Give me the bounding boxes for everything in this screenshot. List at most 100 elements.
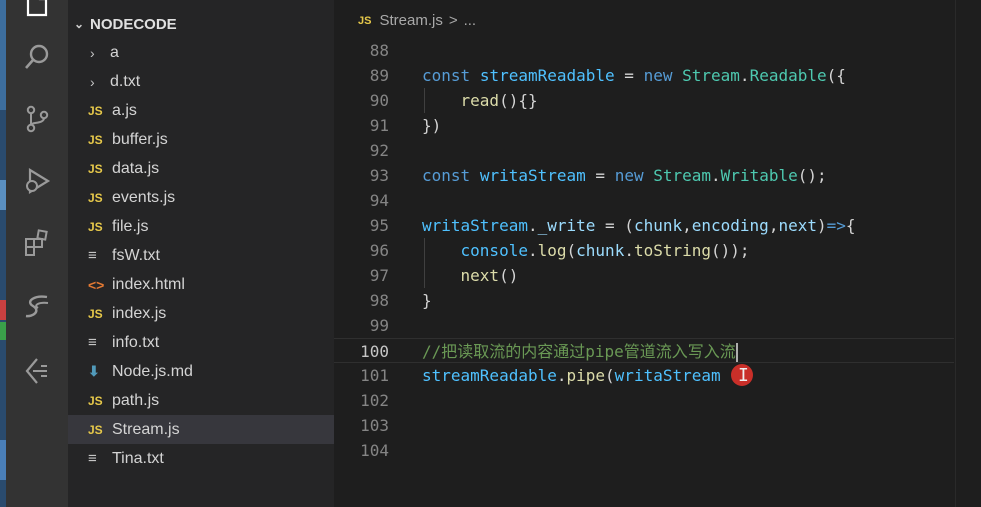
- code-token: =: [585, 166, 615, 185]
- code-token: Readable: [749, 66, 827, 85]
- html-file-icon: <>: [88, 276, 105, 293]
- code-comment: //把读取流的内容通过pipe管道流入写入流: [422, 342, 736, 361]
- file-tree-item[interactable]: JS data.js: [68, 154, 334, 183]
- files-icon[interactable]: [18, 0, 56, 24]
- code-token: pipe: [566, 366, 606, 385]
- code-line[interactable]: 94: [334, 188, 954, 213]
- code-line[interactable]: 102: [334, 388, 954, 413]
- line-number: 98: [369, 291, 389, 310]
- code-token: writaStream: [422, 216, 528, 235]
- code-line[interactable]: 99: [334, 313, 954, 338]
- code-line[interactable]: 95 writaStream._write = (chunk,encoding,n…: [334, 213, 954, 238]
- editor-scrollbar[interactable]: [955, 0, 981, 507]
- code-token: .: [711, 166, 721, 185]
- code-token: streamReadable: [479, 66, 615, 85]
- file-tree-label: a: [110, 43, 119, 61]
- code-token: }): [422, 116, 442, 135]
- breadcrumb[interactable]: JS Stream.js > ...: [358, 12, 476, 29]
- file-tree-item[interactable]: ≡ info.txt: [68, 328, 334, 357]
- explorer-root-label: NODECODE: [90, 15, 177, 33]
- code-line[interactable]: 103: [334, 413, 954, 438]
- file-tree-item[interactable]: ≡ fsW.txt: [68, 241, 334, 270]
- line-number: 99: [369, 316, 389, 335]
- code-line[interactable]: 88: [334, 38, 954, 63]
- js-file-icon: JS: [88, 219, 103, 234]
- code-line[interactable]: 97 next(): [334, 263, 954, 288]
- code-token: next: [460, 266, 500, 285]
- line-number: 94: [369, 191, 389, 210]
- code-line[interactable]: 104: [334, 438, 954, 463]
- file-tree-item[interactable]: JS events.js: [68, 183, 334, 212]
- code-token: writaStream: [614, 366, 721, 385]
- code-lines[interactable]: 88 89 const streamReadable = new Stream.R…: [334, 38, 954, 463]
- text-cursor: [735, 343, 738, 362]
- file-tree-label: buffer.js: [112, 130, 168, 148]
- line-number: 100: [360, 342, 389, 361]
- remote-explorer-icon[interactable]: [18, 352, 56, 390]
- chevron-down-icon: ⌄: [73, 17, 85, 31]
- code-token: ();: [797, 166, 827, 185]
- line-number: 96: [369, 241, 389, 260]
- file-tree-item[interactable]: JS buffer.js: [68, 125, 334, 154]
- explorer-root[interactable]: ⌄ NODECODE: [68, 12, 334, 36]
- source-control-icon[interactable]: [18, 100, 56, 138]
- file-tree-label: file.js: [112, 217, 149, 235]
- code-token: _write: [537, 216, 596, 235]
- run-debug-icon[interactable]: [18, 162, 56, 200]
- code-line[interactable]: 90 read(){}: [334, 88, 954, 113]
- explorer-sidebar: ⌄ NODECODE › a › d.txt JS a.js JS buffer.js JS da…: [68, 0, 334, 507]
- file-tree-item[interactable]: JS index.js: [68, 299, 334, 328]
- line-number: 91: [369, 116, 389, 135]
- code-token: {: [845, 216, 856, 235]
- file-tree-item[interactable]: JS a.js: [68, 96, 334, 125]
- code-token: =: [614, 66, 644, 85]
- file-tree-item[interactable]: › a: [68, 38, 334, 67]
- js-file-icon: JS: [88, 190, 103, 205]
- code-token: .: [624, 241, 634, 260]
- file-tree-label: events.js: [112, 188, 176, 206]
- code-line-current[interactable]: 100 //把读取流的内容通过pipe管道流入写入流: [334, 338, 954, 363]
- text-file-icon: ≡: [88, 247, 97, 264]
- code-line[interactable]: 98}: [334, 288, 954, 313]
- file-tree-item[interactable]: JS Stream.js: [68, 415, 334, 444]
- js-file-icon: JS: [88, 103, 103, 118]
- code-line[interactable]: 93 const writaStream = new Stream.Writabl…: [334, 163, 954, 188]
- js-file-icon: JS: [88, 422, 103, 437]
- file-tree-item[interactable]: › d.txt: [68, 67, 334, 96]
- code-token: ,: [768, 216, 779, 235]
- file-tree-label: Node.js.md: [112, 362, 193, 380]
- code-token: toString: [633, 241, 712, 260]
- code-token: streamReadable: [422, 366, 557, 385]
- search-icon[interactable]: [18, 38, 56, 76]
- line-number: 101: [360, 366, 389, 385]
- code-line[interactable]: 91}): [334, 113, 954, 138]
- code-line[interactable]: 96 console.log(chunk.toString());: [334, 238, 954, 263]
- file-tree-item[interactable]: ⬇ Node.js.md: [68, 357, 334, 386]
- line-number: 89: [369, 66, 389, 85]
- code-line[interactable]: 101 streamReadable.pipe(writaStream: [334, 363, 954, 388]
- file-tree-item[interactable]: ≡ Tina.txt: [68, 444, 334, 473]
- editor-area[interactable]: JS Stream.js > ... 88 89 const streamRead…: [334, 0, 981, 507]
- file-tree-label: Stream.js: [112, 420, 180, 438]
- extensions-icon[interactable]: [18, 224, 56, 262]
- js-file-icon: JS: [88, 306, 103, 321]
- breadcrumb-more[interactable]: ...: [464, 12, 477, 29]
- code-token: Writable: [720, 166, 798, 185]
- file-tree-label: path.js: [112, 391, 160, 409]
- file-tree-item[interactable]: JS file.js: [68, 212, 334, 241]
- file-tree-label: data.js: [112, 159, 160, 177]
- code-token: ());: [711, 241, 750, 260]
- file-tree-label: Tina.txt: [112, 449, 164, 467]
- code-token: }: [422, 291, 432, 310]
- stylus-icon[interactable]: [18, 288, 56, 326]
- breadcrumb-file[interactable]: Stream.js: [379, 12, 442, 29]
- code-line[interactable]: 89 const streamReadable = new Stream.Read…: [334, 63, 954, 88]
- code-token: (){}: [499, 91, 538, 110]
- line-number: 97: [369, 266, 389, 285]
- file-tree-item[interactable]: JS path.js: [68, 386, 334, 415]
- file-tree-item[interactable]: <> index.html: [68, 270, 334, 299]
- line-number: 95: [369, 216, 389, 235]
- breadcrumb-bar: JS Stream.js > ...: [334, 0, 981, 42]
- code-line[interactable]: 92: [334, 138, 954, 163]
- code-token: const: [422, 166, 471, 185]
